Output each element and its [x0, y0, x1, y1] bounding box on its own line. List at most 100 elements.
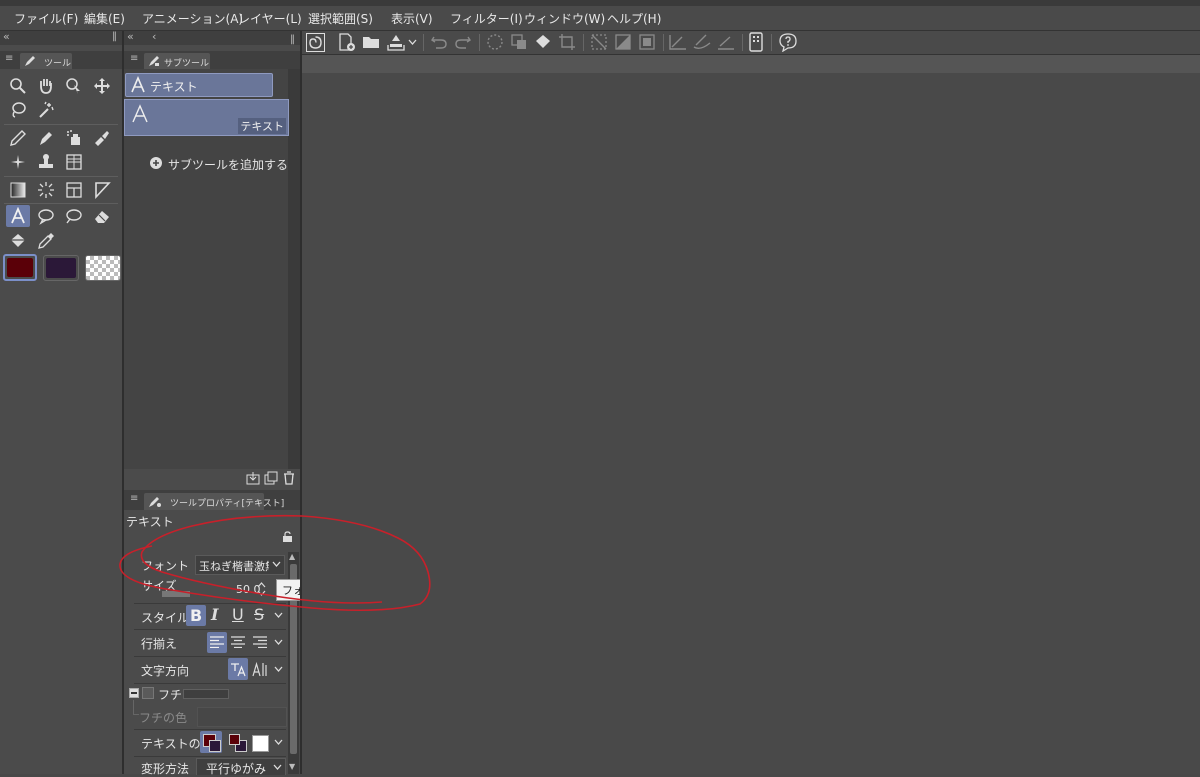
- airbrush-icon[interactable]: [62, 127, 86, 149]
- collapse-icon[interactable]: «: [127, 30, 134, 43]
- panel-menu-icon[interactable]: ≡: [5, 53, 13, 64]
- user-color-option[interactable]: [252, 735, 269, 752]
- chevron-down-icon[interactable]: [274, 666, 283, 673]
- menu-filter[interactable]: フィルター(I): [450, 10, 523, 27]
- subtool-group-text[interactable]: テキスト: [125, 73, 273, 97]
- help-icon[interactable]: [778, 32, 798, 52]
- vertical-text-icon[interactable]: [252, 661, 268, 677]
- bold-button[interactable]: B: [186, 605, 206, 626]
- fill-bucket-icon[interactable]: [6, 230, 30, 252]
- lasso-icon[interactable]: [6, 99, 30, 121]
- collapse-icon[interactable]: «: [3, 30, 10, 43]
- edge-checkbox[interactable]: [142, 687, 154, 699]
- speech-balloon-icon[interactable]: [34, 205, 58, 227]
- deselect-icon[interactable]: [590, 33, 608, 51]
- menu-bar: ファイル(F) 編集(E) アニメーション(A) レイヤー(L) 選択範囲(S)…: [0, 6, 1200, 31]
- sub-color-swatch[interactable]: [43, 255, 79, 281]
- edge-collapse-button[interactable]: [129, 688, 139, 698]
- property-tab[interactable]: ツールプロパティ[テキスト]: [144, 493, 284, 510]
- horizontal-text-button[interactable]: [228, 658, 248, 680]
- gradient-icon[interactable]: [6, 179, 30, 201]
- select-all-icon[interactable]: [638, 33, 656, 51]
- main-color-swatch[interactable]: [3, 254, 37, 281]
- subtool-scrollbar[interactable]: [288, 69, 300, 469]
- pen-tool-icon[interactable]: [34, 127, 58, 149]
- italic-button[interactable]: I: [211, 605, 218, 624]
- menu-animation[interactable]: アニメーション(A): [142, 10, 243, 27]
- trace-icon[interactable]: [692, 33, 712, 51]
- balloon-tail-icon[interactable]: [62, 205, 86, 227]
- ruler-icon[interactable]: [90, 179, 114, 201]
- clear-selection-icon[interactable]: [486, 33, 504, 51]
- frame-border-icon[interactable]: [62, 179, 86, 201]
- figure-icon[interactable]: [34, 179, 58, 201]
- lock-icon[interactable]: [282, 531, 293, 543]
- menu-help[interactable]: ヘルプ(H): [607, 10, 661, 27]
- export-icon[interactable]: [386, 33, 406, 52]
- transparent-color-swatch[interactable]: [85, 255, 121, 281]
- canvas-area[interactable]: [302, 73, 1200, 774]
- bold-glyph: B: [190, 606, 203, 625]
- scroll-down-icon[interactable]: ▼: [289, 762, 295, 771]
- chevron-down-icon[interactable]: [408, 39, 417, 46]
- sub-color-option[interactable]: [226, 731, 248, 753]
- ruler-grid-icon[interactable]: [62, 151, 86, 173]
- main-color-option[interactable]: [200, 731, 222, 753]
- align-right-icon[interactable]: [253, 636, 267, 648]
- font-dropdown[interactable]: 玉ねぎ楷書激無料: [195, 555, 285, 575]
- text-tool-icon[interactable]: [6, 205, 30, 227]
- transform-dropdown[interactable]: 平行ゆがみ: [196, 758, 286, 776]
- panel-menu-icon[interactable]: ≡: [130, 53, 138, 64]
- menu-edit[interactable]: 編集(E): [84, 10, 125, 27]
- undo-icon[interactable]: [430, 34, 448, 50]
- size-slider[interactable]: [162, 591, 190, 597]
- invert-selection-icon[interactable]: [614, 33, 632, 51]
- eraser-icon[interactable]: [90, 205, 114, 227]
- open-folder-icon[interactable]: [362, 34, 381, 50]
- tool-tab[interactable]: ツール: [20, 53, 72, 69]
- transform-icon[interactable]: [668, 33, 688, 51]
- decoration-icon[interactable]: [6, 151, 30, 173]
- brush-icon[interactable]: [90, 127, 114, 149]
- panel-grip-icon[interactable]: ‖: [112, 31, 117, 42]
- trash-icon[interactable]: [282, 470, 296, 485]
- subtool-item-text[interactable]: テキスト: [124, 99, 289, 136]
- panel-grip-icon[interactable]: ‖: [290, 34, 295, 45]
- stamp-icon[interactable]: [34, 151, 58, 173]
- clip-studio-icon[interactable]: [306, 33, 325, 52]
- pencil-icon[interactable]: [6, 127, 30, 149]
- strikethrough-button[interactable]: S: [254, 605, 264, 624]
- eyedropper-icon[interactable]: [34, 230, 58, 252]
- chevron-left-icon[interactable]: ‹: [152, 30, 156, 43]
- magic-wand-icon[interactable]: [34, 99, 58, 121]
- scroll-up-icon[interactable]: ▲: [289, 552, 295, 561]
- panel-menu-icon[interactable]: ≡: [130, 493, 138, 504]
- new-file-icon[interactable]: [338, 33, 356, 52]
- chevron-down-icon[interactable]: [274, 739, 283, 746]
- menu-file[interactable]: ファイル(F): [14, 10, 78, 27]
- size-stepper-icon[interactable]: [257, 582, 266, 596]
- copy-icon[interactable]: [510, 33, 528, 51]
- chevron-down-icon[interactable]: [274, 612, 283, 619]
- menu-view[interactable]: 表示(V): [391, 10, 433, 27]
- chevron-down-icon[interactable]: [274, 639, 283, 646]
- crop-icon[interactable]: [558, 33, 576, 51]
- import-icon[interactable]: [246, 471, 260, 485]
- fill-icon[interactable]: [534, 33, 552, 51]
- line-adjust-icon[interactable]: [716, 33, 736, 51]
- object-tool-icon[interactable]: [62, 75, 86, 97]
- align-left-button[interactable]: [207, 632, 227, 653]
- redo-icon[interactable]: [454, 34, 472, 50]
- menu-window[interactable]: ウィンドウ(W): [524, 10, 605, 27]
- align-center-icon[interactable]: [231, 636, 245, 648]
- duplicate-icon[interactable]: [264, 471, 278, 485]
- underline-button[interactable]: U: [232, 605, 244, 624]
- zoom-tool-icon[interactable]: [6, 75, 30, 97]
- move-layer-icon[interactable]: [90, 75, 114, 97]
- hand-tool-icon[interactable]: [34, 75, 58, 97]
- menu-layer[interactable]: レイヤー(L): [238, 10, 302, 27]
- edge-width-slider[interactable]: [183, 689, 229, 699]
- subtool-tab[interactable]: サブツール: [144, 53, 210, 69]
- menu-selection[interactable]: 選択範囲(S): [308, 10, 373, 27]
- smartphone-icon[interactable]: [749, 32, 763, 52]
